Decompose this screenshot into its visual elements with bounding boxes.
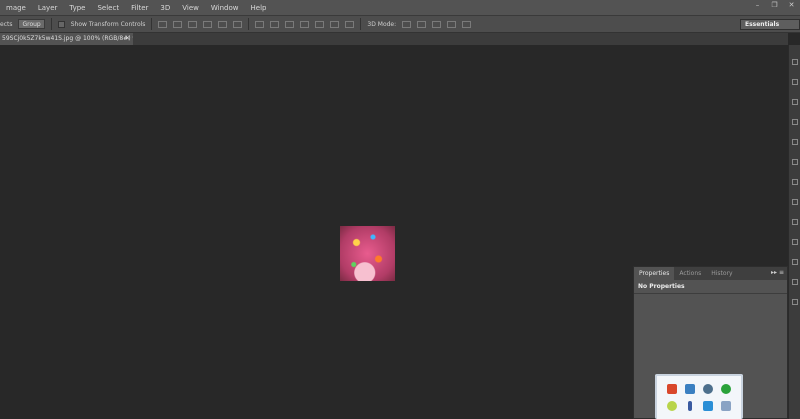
tab-history[interactable]: History [706,267,737,280]
3d-drag-icon[interactable] [432,20,442,28]
align-bottom-icon[interactable] [188,20,198,28]
character-icon[interactable] [791,179,798,185]
paths-icon[interactable] [791,259,798,265]
tab-actions[interactable]: Actions [674,267,706,280]
close-tab-icon[interactable]: ✕ [125,33,130,45]
menu-image[interactable]: mage [0,4,32,12]
history-icon[interactable] [791,59,798,65]
document-tab-bar: 59SCj0k5Z7k5w41S.jpg @ 100% (RGB/8#) * ✕ [0,33,788,45]
divider [360,18,362,30]
menu-3d[interactable]: 3D [154,4,176,12]
window-controls: – ❐ ✕ [749,0,800,10]
distribute-right-icon[interactable] [330,20,340,28]
actions-icon[interactable] [791,299,798,305]
paragraph-icon[interactable] [791,199,798,205]
layers-icon[interactable] [791,219,798,225]
align-hcenter-icon[interactable] [218,20,228,28]
document-tab[interactable]: 59SCj0k5Z7k5w41S.jpg @ 100% (RGB/8#) * ✕ [0,33,133,45]
p-icon[interactable] [703,401,713,412]
options-bar: ects Group Show Transform Controls 3D Mo… [0,16,800,33]
network-icon[interactable] [685,383,695,394]
restore-button[interactable]: ❐ [766,0,783,10]
align-top-icon[interactable] [158,20,168,28]
show-transform-checkbox[interactable] [57,20,65,28]
align-left-icon[interactable] [203,20,213,28]
adjustments-icon[interactable] [791,79,798,85]
menu-select[interactable]: Select [91,4,125,12]
3d-scale-icon[interactable] [462,20,472,28]
distribute-hcenter-icon[interactable] [315,20,325,28]
menu-bar: mage Layer Type Select Filter 3D View Wi… [0,0,800,16]
menu-layer[interactable]: Layer [32,4,64,12]
document-image [340,226,395,281]
speaker-icon[interactable] [667,383,677,394]
sync-icon[interactable] [703,383,713,394]
menu-filter[interactable]: Filter [125,4,154,12]
menu-type[interactable]: Type [63,4,91,12]
workspace-select[interactable]: Essentials [740,19,800,30]
channels-icon[interactable] [791,239,798,245]
user-icon[interactable] [721,401,731,412]
3d-mode-label: 3D Mode: [367,20,397,28]
properties-icon[interactable] [791,279,798,285]
divider [50,18,52,30]
menu-help[interactable]: Help [245,4,273,12]
panel-icon-strip [788,45,800,419]
no-properties-label: No Properties [634,280,787,294]
3d-roll-icon[interactable] [417,20,427,28]
divider [248,18,250,30]
align-right-icon[interactable] [233,20,243,28]
brush-icon[interactable] [791,139,798,145]
distribute-bottom-icon[interactable] [285,20,295,28]
document-title: 59SCj0k5Z7k5w41S.jpg @ 100% (RGB/8#) [2,35,131,42]
align-vcenter-icon[interactable] [173,20,183,28]
menu-window[interactable]: Window [205,4,245,12]
distribute-left-icon[interactable] [300,20,310,28]
show-transform-label: Show Transform Controls [70,20,146,28]
modified-indicator: * [132,35,133,42]
auto-align-icon[interactable] [345,20,355,28]
divider [151,18,153,30]
utorrent-icon[interactable] [721,383,731,394]
lime-icon[interactable] [667,401,677,412]
system-tray-overflow [655,374,743,419]
clone-source-icon[interactable] [791,159,798,165]
distribute-vcenter-icon[interactable] [270,20,280,28]
auto-select-label: ects [0,20,13,28]
color-icon[interactable] [791,119,798,125]
tab-properties[interactable]: Properties [634,267,675,280]
panel-menu-icon[interactable]: ▸▸ ≡ [771,269,784,276]
usb-icon[interactable] [688,401,692,412]
swatches-icon[interactable] [791,99,798,105]
3d-rotate-icon[interactable] [402,20,412,28]
minimize-button[interactable]: – [749,0,766,10]
panel-tabs: Properties Actions History ▸▸ ≡ [634,267,787,280]
distribute-top-icon[interactable] [255,20,265,28]
close-button[interactable]: ✕ [783,0,800,10]
group-select[interactable]: Group [18,19,45,29]
menu-view[interactable]: View [176,4,205,12]
3d-slide-icon[interactable] [447,20,457,28]
